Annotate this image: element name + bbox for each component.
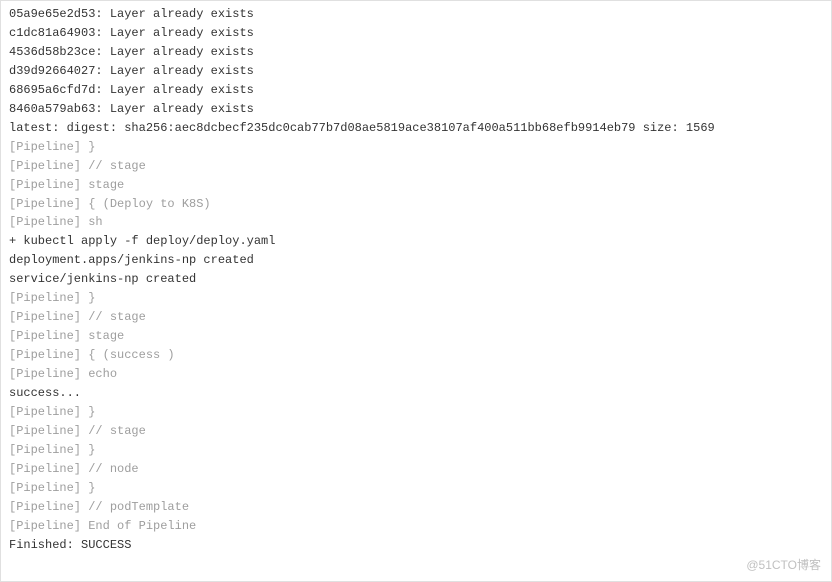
pipeline-line: [Pipeline] // stage xyxy=(9,157,823,176)
console-output: 05a9e65e2d53: Layer already exists c1dc8… xyxy=(9,5,823,555)
pipeline-line: [Pipeline] stage xyxy=(9,176,823,195)
pipeline-line: [Pipeline] // podTemplate xyxy=(9,498,823,517)
layer-line: d39d92664027: Layer already exists xyxy=(9,62,823,81)
kubectl-command: + kubectl apply -f deploy/deploy.yaml xyxy=(9,232,823,251)
pipeline-line: [Pipeline] sh xyxy=(9,213,823,232)
pipeline-line: [Pipeline] stage xyxy=(9,327,823,346)
pipeline-line: [Pipeline] } xyxy=(9,138,823,157)
pipeline-line: [Pipeline] echo xyxy=(9,365,823,384)
layer-line: 8460a579ab63: Layer already exists xyxy=(9,100,823,119)
pipeline-line: [Pipeline] // node xyxy=(9,460,823,479)
pipeline-line: [Pipeline] End of Pipeline xyxy=(9,517,823,536)
kubectl-output: service/jenkins-np created xyxy=(9,270,823,289)
layer-line: 05a9e65e2d53: Layer already exists xyxy=(9,5,823,24)
finished-status: Finished: SUCCESS xyxy=(9,536,823,555)
layer-line: c1dc81a64903: Layer already exists xyxy=(9,24,823,43)
digest-line: latest: digest: sha256:aec8dcbecf235dc0c… xyxy=(9,119,823,138)
pipeline-line: [Pipeline] } xyxy=(9,403,823,422)
pipeline-line: [Pipeline] } xyxy=(9,289,823,308)
pipeline-line: [Pipeline] // stage xyxy=(9,422,823,441)
layer-line: 68695a6cfd7d: Layer already exists xyxy=(9,81,823,100)
watermark: @51CTO博客 xyxy=(746,556,821,575)
pipeline-line: [Pipeline] // stage xyxy=(9,308,823,327)
pipeline-line: [Pipeline] } xyxy=(9,479,823,498)
pipeline-line: [Pipeline] { (Deploy to K8S) xyxy=(9,195,823,214)
pipeline-line: [Pipeline] } xyxy=(9,441,823,460)
layer-line: 4536d58b23ce: Layer already exists xyxy=(9,43,823,62)
pipeline-line: [Pipeline] { (success ) xyxy=(9,346,823,365)
success-message: success... xyxy=(9,384,823,403)
kubectl-output: deployment.apps/jenkins-np created xyxy=(9,251,823,270)
